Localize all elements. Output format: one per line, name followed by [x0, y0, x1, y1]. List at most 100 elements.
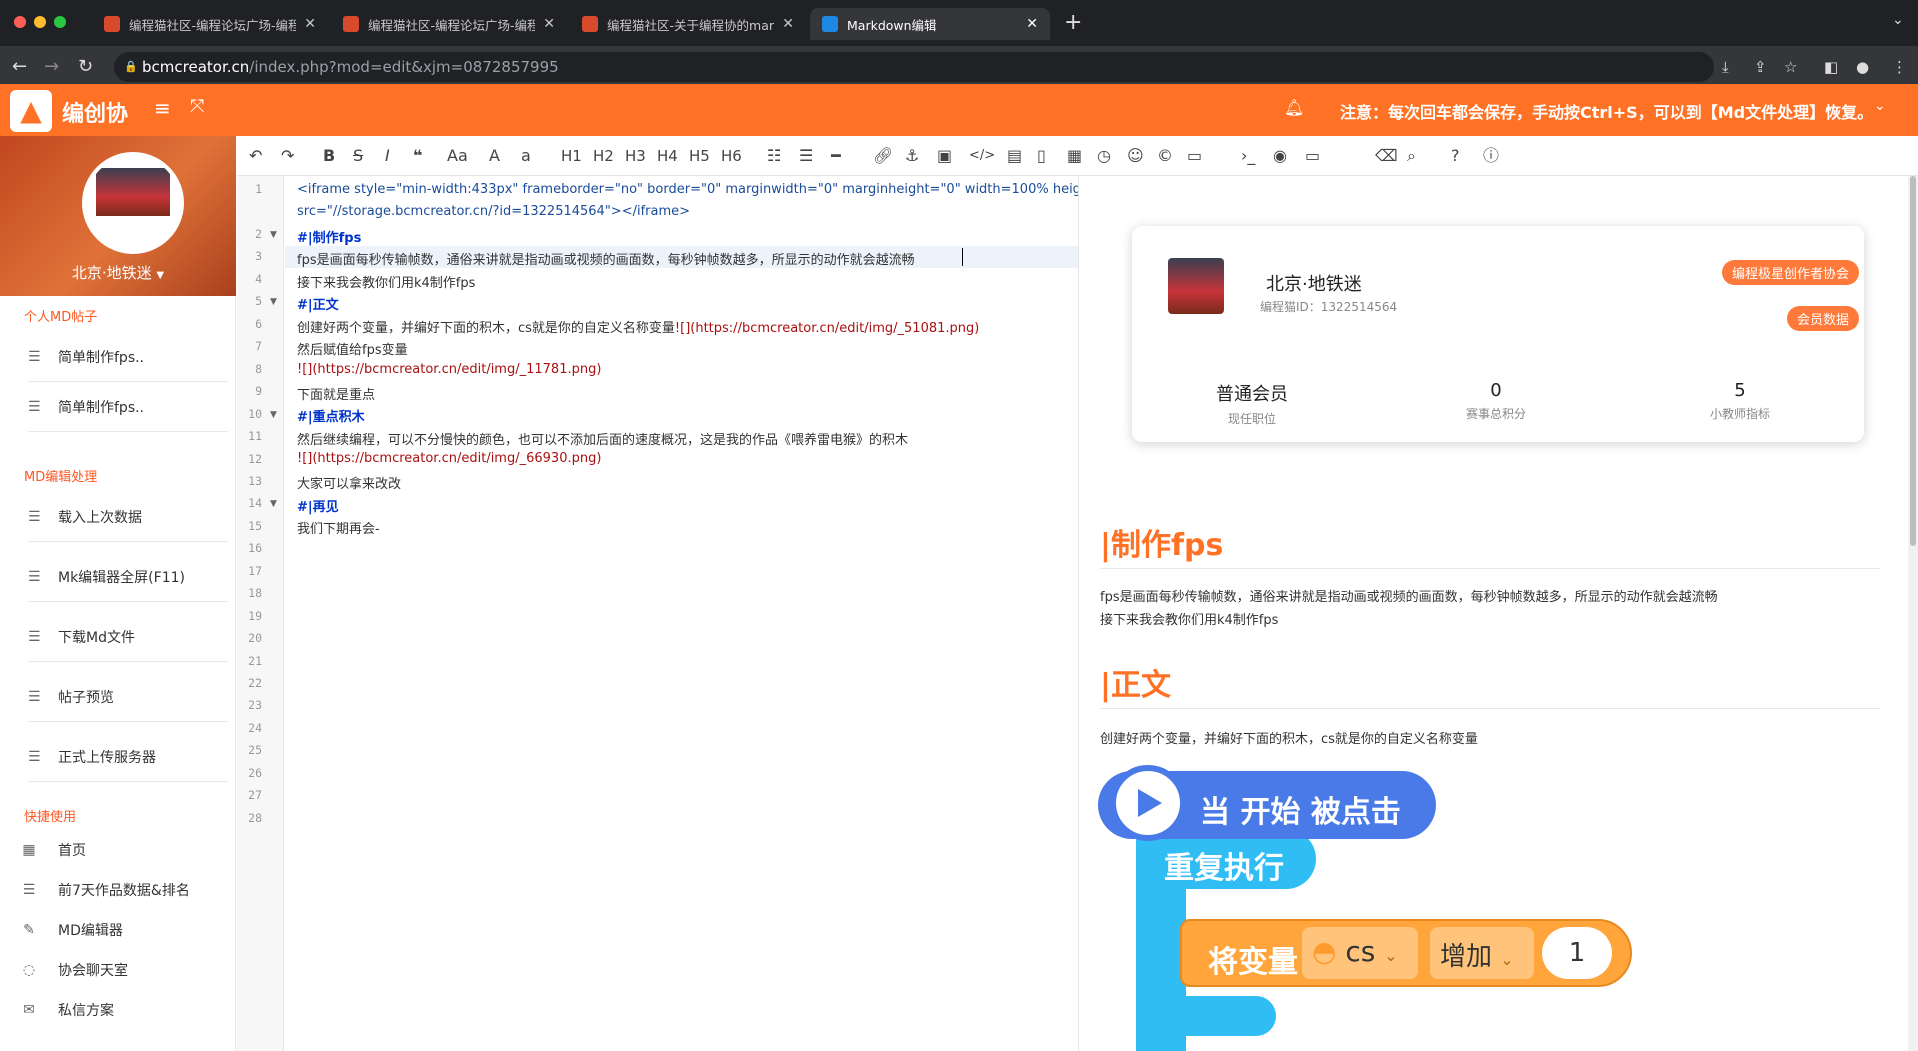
table-icon[interactable]: ▦ — [1067, 145, 1082, 167]
html-entity-icon[interactable]: ▭ — [1187, 145, 1202, 167]
case-icon[interactable]: Aa — [447, 145, 468, 167]
italic-icon[interactable]: I — [385, 145, 390, 167]
member-data-badge[interactable]: 会员数据 — [1787, 306, 1860, 331]
code-block-icon[interactable]: ▤ — [1007, 145, 1022, 167]
sidebar-item-messages[interactable]: ✉ 私信方案 — [0, 990, 236, 1030]
bookmark-star-icon[interactable]: ☆ — [1784, 58, 1797, 76]
menu-toggle-icon[interactable]: ≡ — [154, 96, 171, 120]
unordered-list-icon[interactable]: ☷ — [767, 145, 781, 167]
sidebar-item-chat[interactable]: ◌ 协会聊天室 — [0, 950, 236, 990]
close-tab-icon[interactable]: ✕ — [782, 16, 794, 32]
bell-icon[interactable]: 🔔︎ — [1284, 98, 1304, 117]
fold-arrow-icon[interactable]: ▼ — [270, 499, 277, 509]
minimize-window-button[interactable] — [34, 16, 46, 28]
lowercase-icon[interactable]: a — [521, 145, 531, 167]
redo-icon[interactable]: ↷ — [281, 145, 294, 167]
sidebar-item-ranking[interactable]: ☰ 前7天作品数据&排名 — [0, 870, 236, 910]
desktop-icon[interactable]: ▭ — [1305, 145, 1320, 167]
fold-arrow-icon[interactable]: ▼ — [270, 297, 277, 307]
download-icon[interactable]: ⤓ — [1722, 58, 1729, 76]
h6-button[interactable]: H6 — [721, 145, 742, 167]
line-number: 20 — [248, 631, 262, 646]
copyright-icon[interactable]: © — [1157, 145, 1173, 167]
browser-tab[interactable]: 编程猫社区-关于编程协的markdo ✕ — [570, 8, 806, 40]
sidebar-item-fullscreen[interactable]: ☰ Mk编辑器全屏(F11) — [28, 552, 228, 602]
clock-icon[interactable]: ◷ — [1097, 145, 1111, 167]
number-input[interactable]: 1 — [1542, 927, 1612, 979]
card-avatar[interactable] — [1168, 258, 1224, 314]
close-tab-icon[interactable]: ✕ — [543, 16, 555, 32]
search-icon[interactable]: ⌕ — [1407, 145, 1416, 167]
h5-button[interactable]: H5 — [689, 145, 710, 167]
sidebar-item-preview[interactable]: ☰ 帖子预览 — [28, 672, 228, 722]
preview-scrollbar[interactable] — [1908, 176, 1918, 1051]
forward-icon[interactable]: → — [44, 56, 59, 77]
anchor-icon[interactable]: ⚓︎ — [905, 145, 919, 167]
file-icon[interactable]: ▯ — [1037, 145, 1046, 167]
sidebar-item-load[interactable]: ☰ 载入上次数据 — [28, 492, 228, 542]
eraser-icon[interactable]: ⌫ — [1375, 145, 1398, 167]
horizontal-rule-icon[interactable]: ━ — [831, 145, 841, 167]
sidebar-item-post[interactable]: ☰ 简单制作fps.. — [28, 332, 228, 382]
tab-title: Markdown编辑 — [847, 17, 937, 33]
h3-button[interactable]: H3 — [625, 145, 646, 167]
association-badge[interactable]: 编程极星创作者协会 — [1722, 260, 1860, 285]
line-number: 28 — [248, 810, 262, 825]
quote-icon[interactable]: ❝ — [413, 145, 422, 167]
browser-menu-icon[interactable]: ⋮ — [1892, 58, 1907, 76]
preview-heading: |正文 — [1100, 668, 1171, 703]
profile-icon[interactable]: ● — [1856, 58, 1869, 76]
h1-button[interactable]: H1 — [561, 145, 582, 167]
uppercase-icon[interactable]: A — [489, 145, 500, 167]
zoom-window-button[interactable] — [54, 16, 66, 28]
sidebar-item-upload[interactable]: ☰ 正式上传服务器 — [28, 732, 228, 782]
undo-icon[interactable]: ↶ — [249, 145, 262, 167]
browser-tab-active[interactable]: Markdown编辑 ✕ — [810, 8, 1050, 40]
h2-button[interactable]: H2 — [593, 145, 614, 167]
sidebar-item-download[interactable]: ☰ 下载Md文件 — [28, 612, 228, 662]
avatar[interactable] — [82, 152, 184, 254]
sidebar-item-home[interactable]: ▦ 首页 — [0, 830, 236, 870]
address-bar[interactable]: 🔒 bcmcreator.cn/index.php?mod=edit&xjm=0… — [114, 52, 1714, 82]
fold-arrow-icon[interactable]: ▼ — [270, 410, 277, 420]
info-icon[interactable]: ⓘ — [1483, 145, 1499, 167]
help-icon[interactable]: ? — [1451, 145, 1460, 167]
brand-logo-icon[interactable]: ▲ — [10, 90, 52, 132]
image-icon[interactable]: ▣ — [937, 145, 952, 167]
document-icon: ☰ — [28, 508, 41, 525]
sidebar-toggle-icon[interactable]: ◧ — [1824, 58, 1838, 76]
username-dropdown[interactable]: 北京·地铁迷 ▼ — [0, 262, 236, 283]
close-window-button[interactable] — [14, 16, 26, 28]
tab-search-icon[interactable]: ⌄ — [1892, 12, 1904, 28]
close-tab-icon[interactable]: ✕ — [304, 16, 316, 32]
strikethrough-icon[interactable]: S — [353, 145, 363, 167]
line-number: 19 — [248, 608, 262, 623]
reload-icon[interactable]: ↻ — [78, 56, 93, 77]
h4-button[interactable]: H4 — [657, 145, 678, 167]
fold-arrow-icon[interactable]: ▼ — [270, 230, 277, 240]
scrollbar-thumb[interactable] — [1910, 176, 1916, 546]
sidebar-item-post[interactable]: ☰ 简单制作fps.. — [28, 382, 228, 432]
browser-tab[interactable]: 编程猫社区-编程论坛广场-编程猫 ✕ — [92, 8, 328, 40]
terminal-icon[interactable]: ›_ — [1241, 145, 1255, 167]
code-line: 大家可以拿来改改 — [297, 477, 402, 492]
code-icon[interactable]: </> — [969, 145, 995, 167]
bold-icon[interactable]: B — [323, 145, 335, 167]
ordered-list-icon[interactable]: ☰ — [799, 145, 813, 167]
close-tab-icon[interactable]: ✕ — [1026, 16, 1038, 32]
code-line: 下面就是重点 — [297, 388, 376, 403]
chevron-down-icon[interactable]: ⌄ — [1874, 98, 1886, 114]
emoji-icon[interactable]: ☺ — [1127, 145, 1144, 167]
sidebar-item-md-editor[interactable]: ✎ MD编辑器 — [0, 910, 236, 950]
eye-icon[interactable]: ◉ — [1273, 145, 1287, 167]
variable-dropdown[interactable]: ◓ cs ⌄ — [1302, 927, 1418, 979]
share-icon[interactable]: ⇪ — [1754, 58, 1767, 76]
fullscreen-icon[interactable]: ⤧ — [190, 96, 204, 117]
operation-dropdown[interactable]: 增加 ⌄ — [1430, 927, 1534, 979]
markdown-editor[interactable]: <iframe style="min-width:433px" framebor… — [285, 176, 1079, 1051]
back-icon[interactable]: ← — [12, 56, 27, 77]
new-tab-button[interactable]: + — [1064, 10, 1082, 35]
app-header: ▲ 编创协 ≡ ⤧ 🔔︎ 注意：每次回车都会保存，手动按Ctrl+S，可以到【M… — [0, 84, 1918, 136]
link-icon[interactable]: 🔗︎ — [873, 145, 893, 167]
browser-tab[interactable]: 编程猫社区-编程论坛广场-编程猫 ✕ — [331, 8, 567, 40]
